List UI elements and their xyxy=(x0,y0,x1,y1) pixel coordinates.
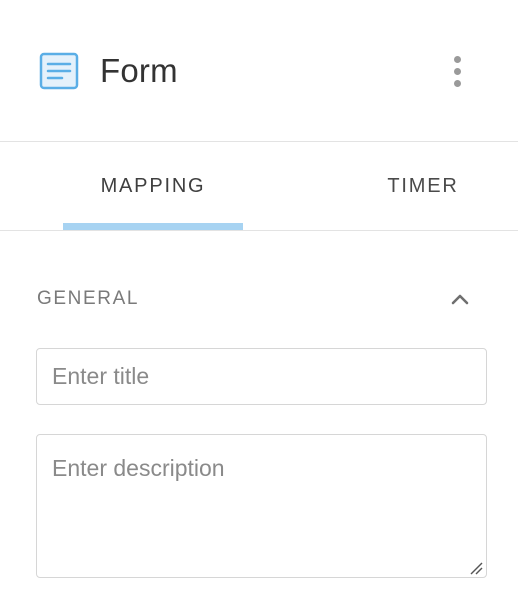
panel-header: Form xyxy=(0,0,518,142)
tab-mapping[interactable]: MAPPING xyxy=(63,143,243,230)
active-tab-indicator xyxy=(63,223,243,230)
more-vertical-icon-dot xyxy=(453,79,461,87)
form-document-icon xyxy=(39,52,79,90)
more-options-button[interactable] xyxy=(442,52,472,90)
chevron-up-icon[interactable] xyxy=(449,290,471,308)
section-title: GENERAL xyxy=(37,288,140,309)
page-title: Form xyxy=(100,52,178,89)
tab-timer[interactable]: TIMER xyxy=(333,143,513,230)
more-vertical-icon-dot xyxy=(453,67,461,75)
more-vertical-icon xyxy=(453,55,461,63)
title-input[interactable] xyxy=(36,348,487,405)
form-settings-panel: Form MAPPING TIMER GENERAL xyxy=(0,0,518,602)
tab-bar: MAPPING TIMER xyxy=(0,143,518,231)
general-section-header[interactable]: GENERAL xyxy=(37,282,482,318)
resize-handle-icon[interactable] xyxy=(469,561,483,575)
description-textarea[interactable] xyxy=(36,434,487,578)
